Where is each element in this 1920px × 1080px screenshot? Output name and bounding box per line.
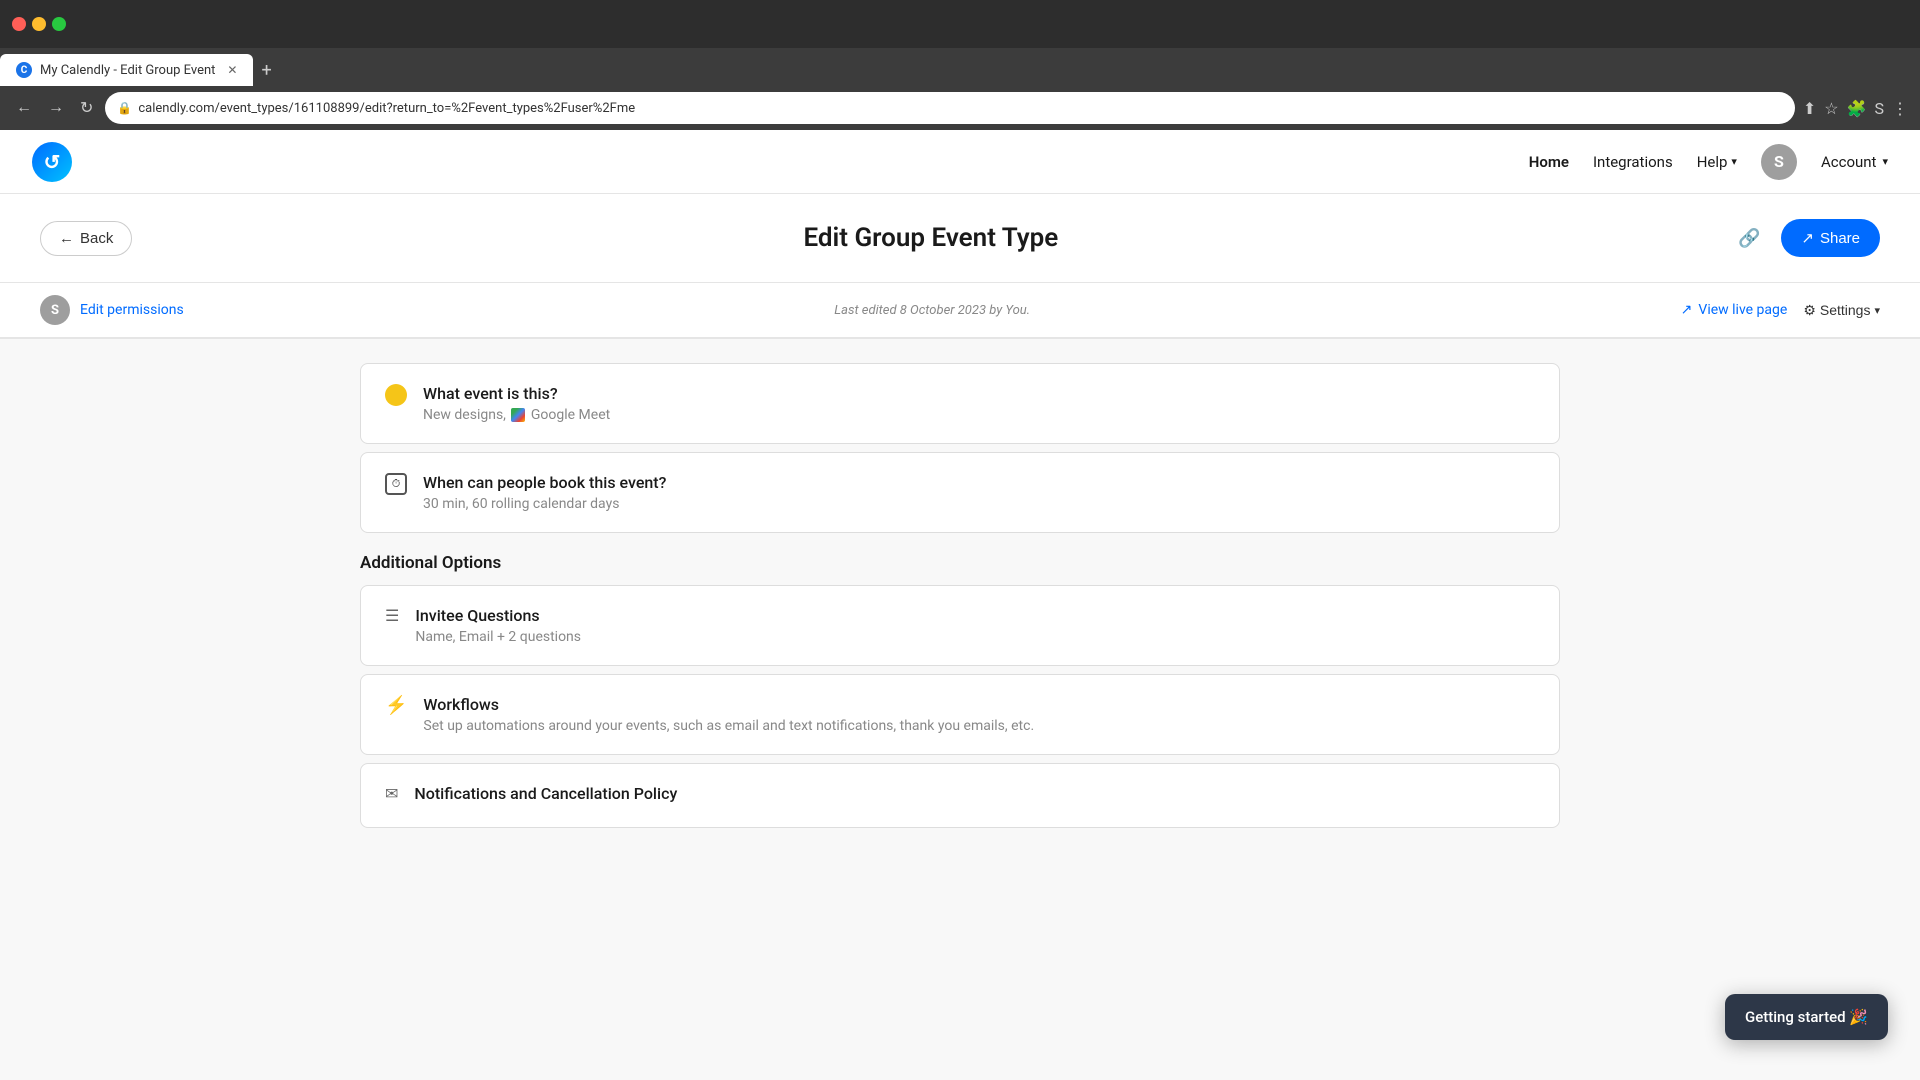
sub-header: S Edit permissions Last edited 8 October… bbox=[0, 283, 1920, 339]
share-button[interactable]: ↗ Share bbox=[1781, 219, 1880, 257]
notifications-content: Notifications and Cancellation Policy bbox=[414, 784, 1535, 807]
back-nav-button[interactable]: ← bbox=[12, 95, 36, 121]
form-icon: ☰ bbox=[385, 606, 399, 625]
settings-chevron-icon: ▾ bbox=[1874, 304, 1880, 317]
when-book-title: When can people book this event? bbox=[423, 473, 1535, 492]
navbar-right: Home Integrations Help ▾ S Account ▾ bbox=[1529, 144, 1888, 180]
what-event-title: What event is this? bbox=[423, 384, 1535, 403]
what-event-card[interactable]: What event is this? New designs, Google … bbox=[360, 363, 1560, 444]
main-area: What event is this? New designs, Google … bbox=[320, 339, 1600, 860]
sub-header-left: S Edit permissions bbox=[40, 295, 184, 325]
toolbar-icons: ⬆ ☆ 🧩 S ⋮ bbox=[1803, 99, 1908, 118]
yellow-dot-icon bbox=[385, 384, 407, 406]
invitee-questions-title: Invitee Questions bbox=[415, 606, 1535, 625]
workflows-subtitle: Set up automations around your events, s… bbox=[423, 718, 1535, 734]
forward-nav-button[interactable]: → bbox=[44, 95, 68, 121]
last-edited-text: Last edited 8 October 2023 by You. bbox=[834, 303, 1030, 318]
nav-help[interactable]: Help ▾ bbox=[1697, 153, 1737, 171]
view-live-link[interactable]: ↗ View live page bbox=[1681, 302, 1788, 318]
profile-icon[interactable]: S bbox=[1875, 99, 1885, 118]
navbar-logo[interactable]: ↺ bbox=[32, 142, 72, 182]
page-header: ← Back Edit Group Event Type 🔗 ↗ Share bbox=[0, 194, 1920, 283]
workflows-card[interactable]: ⚡ Workflows Set up automations around yo… bbox=[360, 674, 1560, 755]
settings-button[interactable]: ⚙ Settings ▾ bbox=[1803, 302, 1880, 319]
edit-permissions-link[interactable]: Edit permissions bbox=[80, 302, 184, 318]
help-chevron-icon: ▾ bbox=[1731, 155, 1737, 168]
workflows-content: Workflows Set up automations around your… bbox=[423, 695, 1535, 734]
account-button[interactable]: Account ▾ bbox=[1821, 153, 1888, 171]
tab-favicon: C bbox=[16, 62, 32, 78]
back-label: Back bbox=[80, 230, 113, 247]
when-book-card[interactable]: ⏱ When can people book this event? 30 mi… bbox=[360, 452, 1560, 533]
browser-chrome bbox=[0, 0, 1920, 48]
google-meet-icon bbox=[511, 408, 525, 422]
notifications-title: Notifications and Cancellation Policy bbox=[414, 784, 1535, 803]
close-tab-button[interactable]: ✕ bbox=[227, 63, 237, 77]
what-event-subtitle: New designs, Google Meet bbox=[423, 407, 1535, 423]
invitee-questions-card[interactable]: ☰ Invitee Questions Name, Email + 2 ques… bbox=[360, 585, 1560, 666]
account-label: Account bbox=[1821, 153, 1877, 171]
link-icon: 🔗 bbox=[1738, 228, 1760, 249]
logo-letter: ↺ bbox=[44, 150, 61, 174]
envelope-icon: ✉ bbox=[385, 784, 398, 803]
share-arrow-icon: ↗ bbox=[1801, 229, 1814, 247]
sub-header-right: ↗ View live page ⚙ Settings ▾ bbox=[1681, 302, 1880, 319]
when-book-subtitle: 30 min, 60 rolling calendar days bbox=[423, 496, 1535, 512]
page-content: ← Back Edit Group Event Type 🔗 ↗ Share S… bbox=[0, 194, 1920, 1080]
share-toolbar-icon[interactable]: ⬆ bbox=[1803, 99, 1816, 118]
share-label: Share bbox=[1820, 230, 1860, 247]
maximize-window-button[interactable] bbox=[52, 17, 66, 31]
tab-title: My Calendly - Edit Group Event bbox=[40, 63, 215, 78]
back-chevron-icon: ← bbox=[59, 230, 74, 247]
clock-icon: ⏱ bbox=[385, 473, 407, 495]
gear-icon: ⚙ bbox=[1803, 302, 1816, 319]
extensions-icon[interactable]: 🧩 bbox=[1847, 99, 1867, 118]
sub-header-avatar: S bbox=[40, 295, 70, 325]
page-title: Edit Group Event Type bbox=[803, 223, 1058, 253]
what-event-content: What event is this? New designs, Google … bbox=[423, 384, 1535, 423]
lock-icon: 🔒 bbox=[117, 101, 132, 115]
minimize-window-button[interactable] bbox=[32, 17, 46, 31]
when-book-content: When can people book this event? 30 min,… bbox=[423, 473, 1535, 512]
nav-integrations[interactable]: Integrations bbox=[1593, 153, 1673, 171]
external-link-icon: ↗ bbox=[1681, 302, 1693, 318]
toast-label: Getting started 🎉 bbox=[1745, 1008, 1868, 1026]
header-actions: 🔗 ↗ Share bbox=[1729, 218, 1880, 258]
nav-home[interactable]: Home bbox=[1529, 153, 1569, 171]
invitee-questions-subtitle: Name, Email + 2 questions bbox=[415, 629, 1535, 645]
bolt-icon: ⚡ bbox=[385, 695, 407, 716]
calendly-logo: ↺ bbox=[32, 142, 72, 182]
tab-bar: C My Calendly - Edit Group Event ✕ + bbox=[0, 48, 1920, 86]
bookmark-icon[interactable]: ☆ bbox=[1824, 99, 1838, 118]
back-button[interactable]: ← Back bbox=[40, 221, 132, 256]
invitee-questions-content: Invitee Questions Name, Email + 2 questi… bbox=[415, 606, 1535, 645]
new-tab-button[interactable]: + bbox=[253, 60, 279, 81]
workflows-title: Workflows bbox=[423, 695, 1535, 714]
additional-options-title: Additional Options bbox=[360, 553, 1560, 573]
menu-icon[interactable]: ⋮ bbox=[1892, 99, 1908, 118]
address-bar-row: ← → ↻ 🔒 calendly.com/event_types/1611088… bbox=[0, 86, 1920, 130]
reload-button[interactable]: ↻ bbox=[76, 94, 97, 122]
url-text: calendly.com/event_types/161108899/edit?… bbox=[138, 101, 1782, 116]
address-bar[interactable]: 🔒 calendly.com/event_types/161108899/edi… bbox=[105, 92, 1794, 124]
notifications-card[interactable]: ✉ Notifications and Cancellation Policy bbox=[360, 763, 1560, 828]
avatar[interactable]: S bbox=[1761, 144, 1797, 180]
getting-started-toast[interactable]: Getting started 🎉 bbox=[1725, 994, 1888, 1040]
copy-link-button[interactable]: 🔗 bbox=[1729, 218, 1769, 258]
active-tab[interactable]: C My Calendly - Edit Group Event ✕ bbox=[0, 54, 253, 86]
app-navbar: ↺ Home Integrations Help ▾ S Account ▾ bbox=[0, 130, 1920, 194]
window-controls bbox=[12, 17, 66, 31]
account-chevron-icon: ▾ bbox=[1882, 155, 1888, 168]
close-window-button[interactable] bbox=[12, 17, 26, 31]
